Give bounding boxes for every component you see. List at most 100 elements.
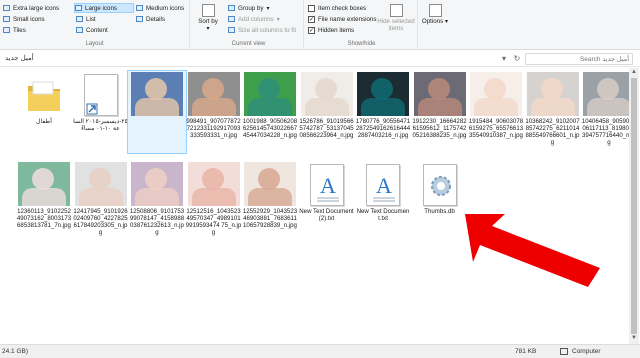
- file-item[interactable]: أطفال: [16, 72, 72, 125]
- file-list: أطفال ٢٥-ديسمبر-٢٠١٥ الساعة ١٠-٠١ مساءً37…: [0, 68, 640, 344]
- file-item[interactable]: 12508806_910175399078147_415898803876123…: [129, 162, 185, 236]
- layout-extra-large-icons[interactable]: Extra large icons: [3, 3, 59, 13]
- layout-small-icons[interactable]: Small icons: [3, 14, 45, 24]
- image-thumbnail: [244, 162, 296, 206]
- add-columns-button[interactable]: Add columns ▾: [228, 14, 280, 24]
- thumbnail-shape: [191, 98, 236, 116]
- scroll-down-icon[interactable]: ▼: [630, 335, 638, 343]
- sort-icon: [201, 4, 215, 17]
- hidden-items-toggle[interactable]: ✓ Hidden items: [308, 25, 354, 35]
- thumbnail-shape: [314, 78, 337, 100]
- file-item[interactable]: 12512516_104352349570347_498910199195934…: [186, 162, 242, 236]
- dropdown-icon[interactable]: ▾: [498, 53, 510, 65]
- gear-icon: [422, 164, 457, 206]
- layout-details[interactable]: Details: [136, 14, 165, 24]
- thumbnail-shape: [135, 188, 179, 206]
- thumbnail-shape: [530, 98, 575, 116]
- file-item[interactable]: Thumbs.db: [412, 162, 468, 215]
- options-button[interactable]: Options ▾: [420, 2, 450, 25]
- layout-group-label: Layout: [85, 41, 104, 47]
- thumbnail-shape: [191, 188, 236, 206]
- file-item[interactable]: A New Text Document (2).txt: [299, 162, 355, 222]
- status-location: Computer: [572, 348, 601, 355]
- thumbnail-shape: [258, 78, 280, 100]
- layout-large-icons[interactable]: Large icons: [74, 3, 134, 13]
- address-path[interactable]: أميل جديد: [5, 54, 34, 62]
- file-name: New Text Document (2).txt: [299, 208, 354, 222]
- small-icons-icon: [3, 16, 10, 22]
- image-thumbnail: [300, 72, 353, 116]
- thumbnail-shape: [427, 78, 450, 100]
- file-name: 1912230_1666428261595612_117574205216388…: [412, 118, 467, 139]
- status-size: 781 KB: [515, 348, 537, 355]
- thumbnail-shape: [474, 98, 518, 116]
- scrollbar-thumb[interactable]: [631, 78, 637, 334]
- file-item[interactable]: 10368242_910200785742275_621101488554976…: [525, 72, 581, 146]
- text-document-icon: A: [309, 164, 344, 206]
- search-input[interactable]: أميل جديد Search: [525, 53, 633, 65]
- file-name: ٢٥-ديسمبر-٢٠١٥ الساعة ١٠-٠١ مساءً: [73, 118, 128, 132]
- file-name: 1001988_90506208625614574302266745447034…: [242, 118, 298, 139]
- image-thumbnail: [357, 72, 409, 116]
- file-item[interactable]: 1915484_906030786159275_6557661335540910…: [468, 72, 524, 139]
- file-item[interactable]: 1001988_90506208625614574302266745447034…: [242, 72, 298, 139]
- thumbnail-shape: [258, 168, 280, 190]
- file-item[interactable]: 3711_90708254270766_8704114710804161727_…: [127, 70, 187, 154]
- content-icon: [76, 27, 83, 33]
- scroll-up-icon[interactable]: ▲: [630, 69, 638, 77]
- file-item[interactable]: 1912230_1666428261595612_117574205216388…: [412, 72, 468, 139]
- computer-icon: [560, 348, 568, 355]
- file-item[interactable]: 998491_907077872721233119291709333359333…: [186, 72, 242, 139]
- large-icons-icon: [75, 5, 82, 11]
- file-name: Thumbs.db: [424, 208, 455, 215]
- file-item[interactable]: 12360113_910225249073162_800317368538137…: [16, 162, 72, 229]
- refresh-icon[interactable]: ↻: [511, 53, 523, 65]
- file-name: 12360113_910225249073162_800317368538137…: [16, 208, 72, 229]
- file-item[interactable]: A New Text Document.txt: [355, 162, 411, 222]
- current-view-label: Current view: [231, 41, 266, 47]
- file-item[interactable]: 12552929_104352346903881_768361110657928…: [242, 162, 298, 229]
- thumbnail-shape: [145, 168, 167, 190]
- image-thumbnail: [526, 72, 579, 116]
- file-name: New Text Document.txt: [356, 208, 410, 222]
- thumbnail-shape: [248, 188, 292, 206]
- thumbnail-shape: [540, 78, 563, 100]
- sort-by-button[interactable]: Sort by ▾: [196, 2, 220, 32]
- file-item[interactable]: 1780776_90556471287254916261644428874032…: [355, 72, 411, 139]
- extra-large-icons-icon: [3, 5, 10, 11]
- file-name: 12512516_104352349570347_498910199195934…: [185, 208, 242, 236]
- image-thumbnail: [583, 72, 635, 116]
- layout-list[interactable]: List: [76, 14, 96, 24]
- file-item[interactable]: 12417945_910192602409760_422782561784920…: [73, 162, 129, 236]
- file-item[interactable]: ٢٥-ديسمبر-٢٠١٥ الساعة ١٠-٠١ مساءً: [73, 72, 129, 132]
- file-name: 1915484_906030786159275_6557661335540910…: [468, 118, 524, 139]
- file-name: 10368242_910200785742275_621101488554976…: [525, 118, 580, 146]
- group-by-button[interactable]: Group by ▾: [228, 3, 270, 13]
- layout-medium-icons[interactable]: Medium icons: [136, 3, 184, 13]
- file-name: 12508806_910175399078147_415898803876123…: [129, 208, 185, 236]
- thumbnail-shape: [597, 78, 619, 100]
- item-check-boxes-toggle[interactable]: Item check boxes: [308, 3, 366, 13]
- file-name: 1526786_910195665742787_5313704508566223…: [299, 118, 354, 139]
- file-item[interactable]: 1526786_910195665742787_5313704508566223…: [299, 72, 355, 139]
- list-icon: [76, 16, 83, 22]
- shortcut-icon: [83, 74, 118, 116]
- thumbnail-shape: [361, 98, 405, 116]
- thumbnail-shape: [484, 78, 506, 100]
- file-name: أطفال: [36, 118, 52, 125]
- size-columns-button[interactable]: Size all columns to fit: [228, 25, 296, 35]
- layout-content[interactable]: Content: [76, 25, 108, 35]
- thumbnail-shape: [88, 168, 111, 190]
- thumbnail-shape: [78, 188, 123, 206]
- group-by-icon: [228, 5, 235, 11]
- options-icon: [428, 4, 442, 17]
- layout-tiles[interactable]: Tiles: [3, 25, 26, 35]
- thumbnail-shape: [417, 98, 462, 116]
- thumbnail-shape: [32, 168, 54, 190]
- vertical-scrollbar[interactable]: ▲ ▼: [629, 68, 639, 344]
- current-view-group: Sort by ▾ Group by ▾ Add columns ▾ Size …: [194, 0, 304, 50]
- image-thumbnail: [470, 72, 522, 116]
- file-name-extensions-toggle[interactable]: ✓ File name extensions: [308, 14, 376, 24]
- hide-selected-items-button[interactable]: Hide selected items: [376, 2, 416, 32]
- address-bar: أميل جديد ▾ ↻ أميل جديد Search: [0, 51, 640, 67]
